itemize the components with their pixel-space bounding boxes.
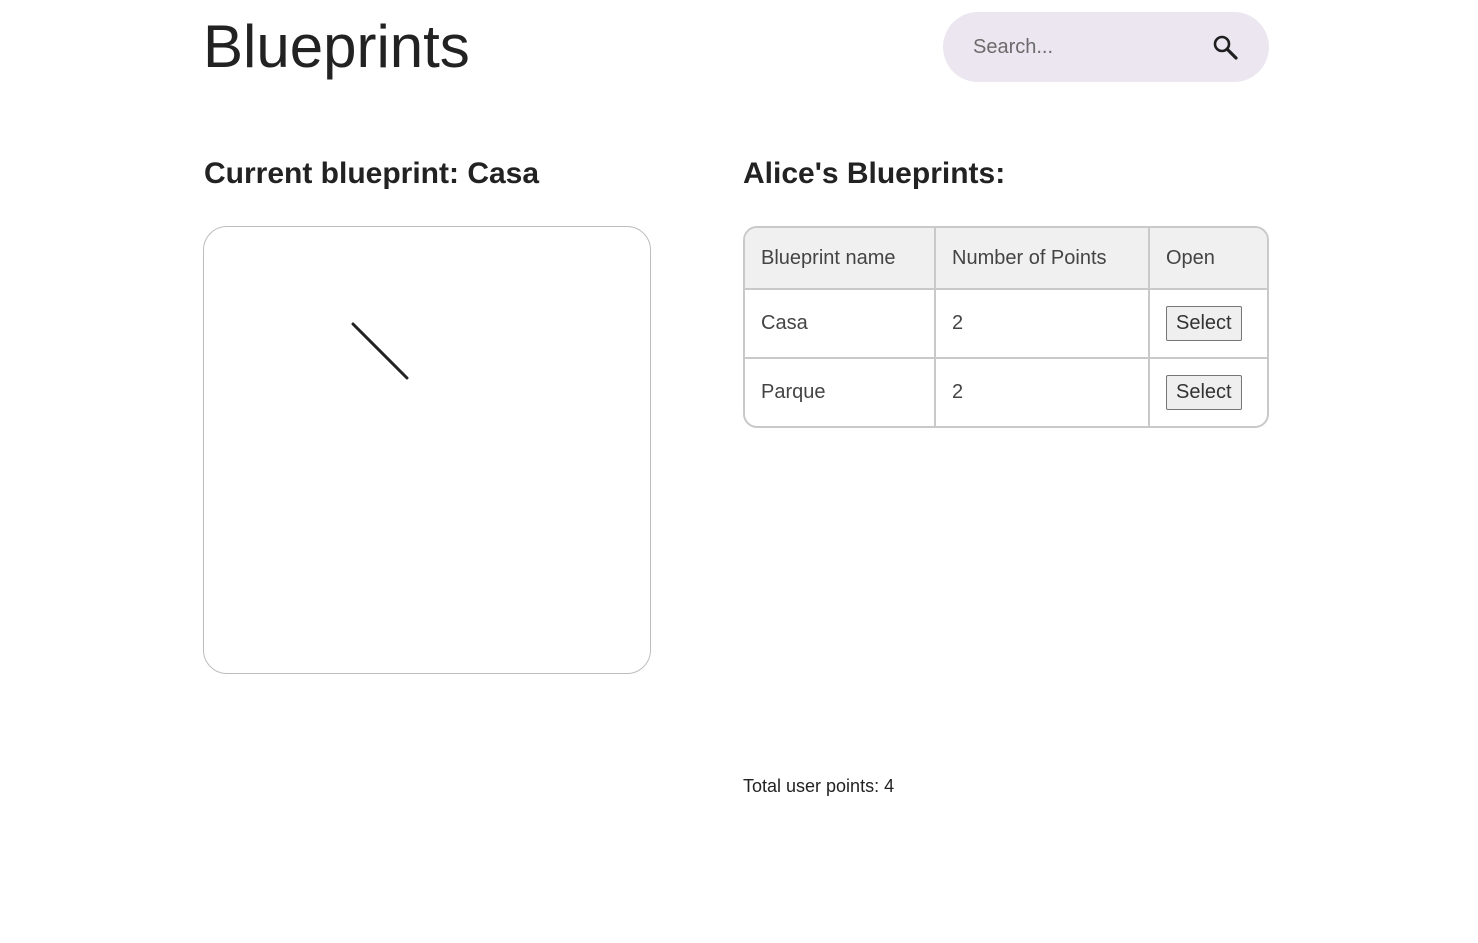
search-input[interactable] bbox=[973, 12, 1203, 82]
column-header-open: Open bbox=[1148, 228, 1267, 290]
open-cell: Select bbox=[1148, 288, 1267, 359]
table-row: Casa 2 Select bbox=[745, 288, 1267, 359]
current-blueprint-heading: Current blueprint: Casa bbox=[204, 157, 540, 190]
table-row: Parque 2 Select bbox=[745, 357, 1267, 426]
total-user-points: Total user points: 4 bbox=[743, 776, 895, 796]
page-title: Blueprints bbox=[203, 13, 470, 80]
blueprints-table: Blueprint name Number of Points Open Cas… bbox=[745, 228, 1267, 426]
column-header-points: Number of Points bbox=[934, 228, 1150, 290]
table-header-row: Blueprint name Number of Points Open bbox=[745, 228, 1267, 290]
user-blueprints-heading: Alice's Blueprints: bbox=[743, 157, 1006, 190]
blueprint-canvas[interactable] bbox=[203, 226, 651, 674]
search-button[interactable] bbox=[1211, 33, 1241, 63]
blueprints-table-container: Blueprint name Number of Points Open Cas… bbox=[743, 226, 1269, 428]
points-cell: 2 bbox=[934, 357, 1150, 426]
search-icon bbox=[1213, 35, 1238, 60]
blueprint-segment bbox=[351, 322, 409, 380]
select-blueprint-button[interactable]: Select bbox=[1166, 375, 1242, 410]
select-blueprint-button[interactable]: Select bbox=[1166, 306, 1242, 341]
blueprint-drawing bbox=[351, 322, 409, 380]
open-cell: Select bbox=[1148, 357, 1267, 426]
column-header-name: Blueprint name bbox=[745, 228, 936, 290]
blueprint-name-cell: Casa bbox=[745, 288, 936, 359]
blueprint-name-cell: Parque bbox=[745, 357, 936, 426]
points-cell: 2 bbox=[934, 288, 1150, 359]
search-bar[interactable] bbox=[943, 12, 1269, 82]
